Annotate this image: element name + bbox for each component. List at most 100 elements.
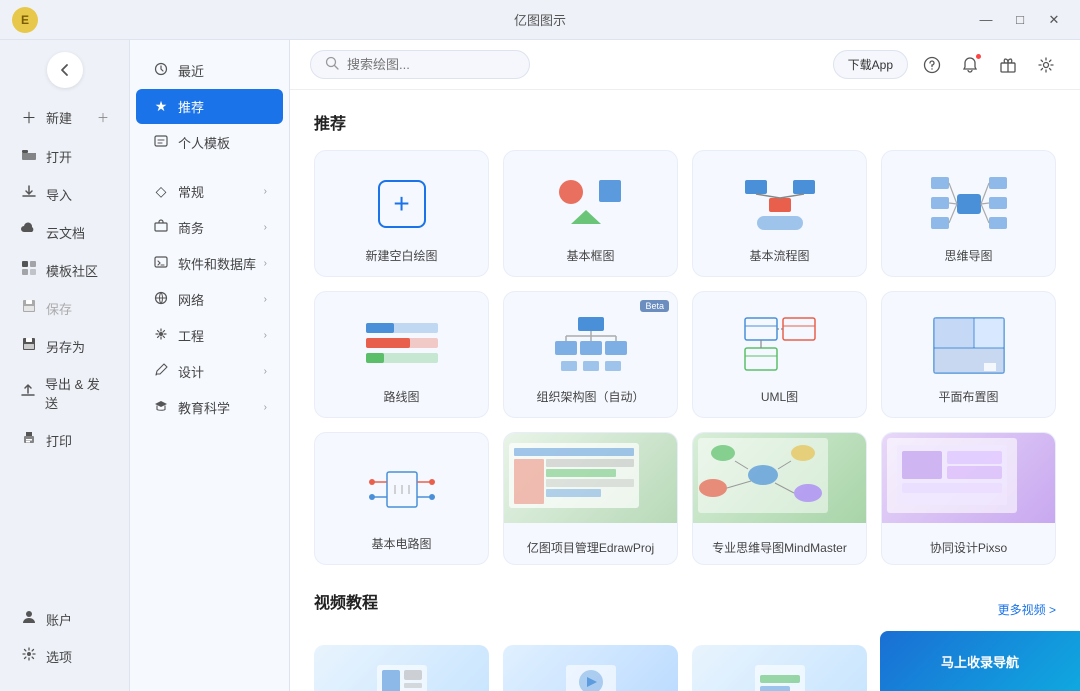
general-icon: ◇ — [152, 183, 170, 200]
sidebar-item-account[interactable]: 账户 — [6, 601, 123, 637]
print-icon — [20, 430, 38, 450]
gift-button[interactable] — [994, 51, 1022, 79]
search-input[interactable] — [347, 57, 507, 72]
chevron-icon: › — [264, 222, 267, 233]
card-label-mindmap: 思维导图 — [944, 247, 992, 264]
content-area: 下载App 推荐 — [290, 40, 1080, 691]
cat-item-recommend[interactable]: ★ 推荐 — [136, 89, 283, 124]
recent-icon — [152, 62, 170, 79]
notification-button[interactable] — [956, 51, 984, 79]
video-card-2[interactable] — [503, 645, 678, 691]
maximize-button[interactable]: □ — [1006, 10, 1034, 30]
user-avatar[interactable]: E — [12, 7, 38, 33]
account-icon — [20, 609, 38, 629]
chevron-icon: › — [264, 402, 267, 413]
card-mindmap[interactable]: 思维导图 — [881, 150, 1056, 277]
corner-banner[interactable]: 马上收录导航 — [880, 631, 1080, 691]
category-nav: 最近 ★ 推荐 个人模板 ◇ 常规 › — [130, 40, 290, 691]
card-label-new-blank: 新建空白绘图 — [365, 247, 437, 264]
open-icon — [20, 146, 38, 166]
beta-badge: Beta — [640, 300, 669, 312]
cat-item-business[interactable]: 商务 › — [136, 210, 283, 245]
cat-item-software[interactable]: 软件和数据库 › — [136, 246, 283, 281]
sidebar-item-import[interactable]: 导入 — [6, 176, 123, 212]
save-icon — [20, 298, 38, 318]
search-icon — [325, 56, 339, 73]
cat-item-recent[interactable]: 最近 — [136, 53, 283, 88]
card-label-basic-frame: 基本框图 — [566, 247, 614, 264]
personal-icon — [152, 134, 170, 151]
search-box[interactable] — [310, 50, 530, 79]
sidebar-item-print[interactable]: 打印 — [6, 422, 123, 458]
cat-item-education[interactable]: 教育科学 › — [136, 390, 283, 425]
chevron-icon: › — [264, 186, 267, 197]
card-new-blank[interactable]: + 新建空白绘图 — [314, 150, 489, 277]
help-button[interactable] — [918, 51, 946, 79]
cat-item-engineering[interactable]: 工程 › — [136, 318, 283, 353]
card-floorplan[interactable]: 平面布置图 — [881, 291, 1056, 418]
cloud-icon — [20, 222, 38, 242]
templates-icon — [20, 260, 38, 280]
scroll-content[interactable]: 推荐 + 新建空白绘图 — [290, 90, 1080, 691]
card-label-pixso: 协同设计Pixso — [922, 531, 1015, 564]
sidebar-item-cloud[interactable]: 云文档 — [6, 214, 123, 250]
top-bar: 下载App — [290, 40, 1080, 90]
app-title: 亿图图示 — [514, 10, 566, 29]
left-sidebar: ＋ 新建 ＋ 打开 导入 云文档 模板社区 — [0, 40, 130, 691]
download-app-button[interactable]: 下载App — [833, 50, 908, 79]
card-label-circuit: 基本电路图 — [371, 535, 431, 552]
software-icon — [152, 255, 170, 272]
recommend-heading: 推荐 — [314, 110, 1056, 134]
cat-item-design[interactable]: 设计 › — [136, 354, 283, 389]
main-layout: ＋ 新建 ＋ 打开 导入 云文档 模板社区 — [0, 40, 1080, 691]
close-button[interactable]: ✕ — [1040, 10, 1068, 30]
top-bar-right: 下载App — [833, 50, 1060, 79]
notification-dot — [975, 53, 982, 60]
card-pixso[interactable]: 产品推荐 协同设计Pixso — [881, 432, 1056, 565]
sidebar-item-save[interactable]: 保存 — [6, 290, 123, 326]
new-plus-icon: ＋ — [97, 109, 109, 126]
sidebar-item-options[interactable]: 选项 — [6, 638, 123, 674]
minimize-button[interactable]: — — [972, 10, 1000, 30]
recommend-icon: ★ — [152, 98, 170, 115]
video-section-header: 视频教程 更多视频 > — [314, 589, 1056, 629]
chevron-icon: › — [264, 294, 267, 305]
back-button[interactable] — [47, 52, 83, 88]
video-card-1[interactable] — [314, 645, 489, 691]
chevron-icon: › — [264, 366, 267, 377]
cat-item-network[interactable]: 网络 › — [136, 282, 283, 317]
card-basic-frame[interactable]: 基本框图 — [503, 150, 678, 277]
cat-item-general[interactable]: ◇ 常规 › — [136, 174, 283, 209]
sidebar-item-export[interactable]: 导出 & 发送 — [6, 366, 123, 420]
card-edrawproj[interactable]: 产品推荐 亿图项目管理EdrawProj — [503, 432, 678, 565]
card-org-chart[interactable]: Beta — [503, 291, 678, 418]
sidebar-item-open[interactable]: 打开 — [6, 138, 123, 174]
card-roadmap[interactable]: 路线图 — [314, 291, 489, 418]
network-icon — [152, 291, 170, 308]
card-label-org-chart: 组织架构图（自动） — [536, 388, 644, 405]
card-mindmaster[interactable]: 产品推荐 — [692, 432, 867, 565]
card-circuit[interactable]: 基本电路图 — [314, 432, 489, 565]
settings-button[interactable] — [1032, 51, 1060, 79]
video-card-3[interactable] — [692, 645, 867, 691]
design-icon — [152, 363, 170, 380]
card-label-basic-flow: 基本流程图 — [749, 247, 809, 264]
card-basic-flow[interactable]: 基本流程图 — [692, 150, 867, 277]
sidebar-item-saveas[interactable]: 另存为 — [6, 328, 123, 364]
more-videos-link[interactable]: 更多视频 > — [998, 601, 1056, 618]
sidebar-item-templates[interactable]: 模板社区 — [6, 252, 123, 288]
card-label-mindmaster: 专业思维导图MindMaster — [704, 531, 855, 564]
template-grid: + 新建空白绘图 基本框图 — [314, 150, 1056, 565]
card-uml[interactable]: UML图 — [692, 291, 867, 418]
titlebar: E 亿图图示 — □ ✕ — [0, 0, 1080, 40]
sidebar-item-new[interactable]: ＋ 新建 ＋ — [6, 99, 123, 136]
cat-item-personal[interactable]: 个人模板 — [136, 125, 283, 160]
saveas-icon — [20, 336, 38, 356]
engineering-icon — [152, 327, 170, 344]
card-label-uml: UML图 — [761, 388, 798, 405]
video-heading: 视频教程 — [314, 589, 378, 613]
new-diagram-icon: + — [378, 180, 426, 228]
window-controls: — □ ✕ — [972, 10, 1068, 30]
sidebar-bottom: 账户 选项 — [0, 592, 129, 683]
chevron-icon: › — [264, 258, 267, 269]
